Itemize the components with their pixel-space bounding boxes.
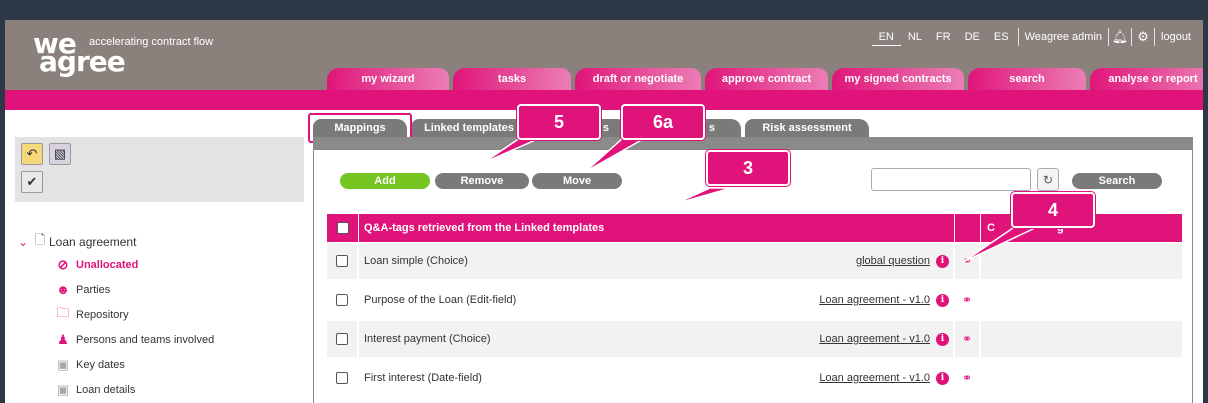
info-icon[interactable]: i (936, 254, 949, 268)
source-link[interactable]: Loan agreement - v1.0 (819, 333, 930, 345)
pink-divider-bar (5, 90, 1203, 110)
gear-icon[interactable]: ⚙ (1134, 29, 1152, 45)
link-icon[interactable]: ⚭ (955, 242, 981, 280)
tree-item-label: Unallocated (76, 258, 139, 271)
source-link[interactable]: Loan agreement - v1.0 (819, 294, 930, 306)
search-input[interactable] (871, 168, 1031, 191)
tree-item-key-dates[interactable]: ▣ Key dates (15, 352, 308, 377)
row-checkbox[interactable] (336, 294, 348, 306)
tab-analyse-or-report[interactable]: analyse or report (1090, 68, 1203, 90)
tree-item-label: Repository (76, 308, 129, 321)
eraser-icon[interactable]: ▧ (49, 143, 71, 165)
column-header-tags[interactable]: Q&A-tags retrieved from the Linked templ… (359, 214, 955, 242)
table-row[interactable]: Loan simple (Choice) global question i ⚭ (327, 242, 1182, 280)
main-nav: my wizard tasks draft or negotiate appro… (327, 68, 1203, 90)
contract-tree: ⌄ 🗋 Loan agreement ⊘ Unallocated ☻ Parti… (15, 232, 308, 402)
remove-button[interactable]: Remove (435, 173, 529, 189)
link-icon[interactable]: ⚭ (955, 359, 981, 397)
source-link[interactable]: Loan agreement - v1.0 (819, 372, 930, 384)
callout-6a: 6a (621, 104, 705, 140)
info-icon[interactable]: i (936, 332, 949, 346)
search-button[interactable]: Search (1072, 173, 1162, 189)
tree-item-unallocated[interactable]: ⊘ Unallocated (15, 252, 308, 277)
cube-icon: ▣ (56, 356, 70, 372)
logout-link[interactable]: logout (1157, 31, 1195, 43)
link-icon[interactable]: ⚭ (955, 281, 981, 319)
document-icon: 🗋 (34, 232, 46, 247)
tab-draft-or-negotiate[interactable]: draft or negotiate (575, 68, 701, 90)
ban-icon: ⊘ (57, 256, 69, 272)
tree-root[interactable]: ⌄ 🗋 Loan agreement (15, 232, 308, 252)
tree-item-label: Loan details (76, 383, 136, 396)
user-name[interactable]: Weagree admin (1021, 31, 1106, 43)
move-button[interactable]: Move (532, 173, 622, 189)
tab-search[interactable]: search (968, 68, 1086, 90)
row-checkbox[interactable] (336, 372, 348, 384)
callout-3: 3 (706, 150, 790, 186)
cube-check-icon[interactable]: ✔ (21, 171, 43, 193)
callout-4: 4 (1011, 192, 1095, 228)
tag-name: Loan simple (Choice) (364, 255, 468, 267)
cube-icon: ▣ (56, 381, 70, 397)
info-icon[interactable]: i (936, 293, 949, 307)
header: we agree accelerating contract flow EN N… (5, 20, 1203, 90)
top-bar: EN NL FR DE ES Weagree admin 🔔︎ ⚙ logout (871, 28, 1195, 46)
sidebar: ↶ ▧ ✔ ⌄ 🗋 Loan agreement ⊘ Unallocated ☻… (15, 137, 308, 403)
refresh-icon[interactable]: ↻ (1037, 168, 1059, 191)
tab-linked-templates[interactable]: Linked templates (411, 119, 527, 137)
source-link[interactable]: global question (856, 255, 930, 267)
chevron-down-icon[interactable]: ⌄ (15, 235, 31, 249)
tree-item-label: Parties (76, 283, 111, 296)
select-all-checkbox[interactable] (336, 222, 349, 234)
table-row[interactable]: Interest payment (Choice) Loan agreement… (327, 320, 1182, 358)
column-header-link (955, 214, 981, 242)
person-icon: ☻ (56, 282, 70, 297)
link-icon[interactable]: ⚭ (955, 320, 981, 358)
lang-nl[interactable]: NL (901, 28, 929, 46)
tab-my-wizard[interactable]: my wizard (327, 68, 449, 90)
tree-item-repository[interactable]: 🗀 Repository (15, 302, 308, 327)
table-row[interactable]: Purpose of the Loan (Edit-field) Loan ag… (327, 281, 1182, 319)
bell-icon[interactable]: 🔔︎ (1111, 29, 1129, 45)
logo-tagline: accelerating contract flow (89, 36, 214, 48)
select-all-cell (327, 214, 359, 242)
add-button[interactable]: Add (340, 173, 430, 189)
tab-risk-assessment[interactable]: Risk assessment (745, 119, 869, 137)
info-icon[interactable]: i (936, 371, 949, 385)
logo-agree: agree (39, 45, 126, 78)
lang-es[interactable]: ES (987, 28, 1016, 46)
divider (1154, 28, 1156, 46)
lang-en[interactable]: EN (871, 28, 901, 46)
tag-name: First interest (Date-field) (364, 372, 482, 384)
tree-item-loan-details[interactable]: ▣ Loan details (15, 377, 308, 402)
divider (1131, 28, 1133, 46)
divider (1017, 28, 1019, 46)
team-icon: ♟ (57, 331, 69, 347)
lang-fr[interactable]: FR (929, 28, 958, 46)
folder-icon: 🗀 (56, 304, 70, 320)
table-row[interactable]: First interest (Date-field) Loan agreeme… (327, 359, 1182, 397)
tag-name: Purpose of the Loan (Edit-field) (364, 294, 517, 306)
tree-item-persons-teams[interactable]: ♟ Persons and teams involved (15, 327, 308, 352)
tag-name: Interest payment (Choice) (364, 333, 491, 345)
lang-de[interactable]: DE (958, 28, 987, 46)
divider (1108, 28, 1110, 46)
tree-item-label: Key dates (76, 358, 125, 371)
tree-item-label: Persons and teams involved (76, 333, 215, 346)
row-checkbox[interactable] (336, 333, 348, 345)
row-checkbox[interactable] (336, 255, 348, 267)
undo-arrow-icon[interactable]: ↶ (21, 143, 43, 165)
tree-item-parties[interactable]: ☻ Parties (15, 277, 308, 302)
tab-tasks[interactable]: tasks (453, 68, 571, 90)
tree-root-label: Loan agreement (49, 235, 137, 249)
sidebar-toolbox: ↶ ▧ ✔ (15, 137, 304, 202)
tab-my-signed-contracts[interactable]: my signed contracts (832, 68, 964, 90)
callout-5: 5 (517, 104, 601, 140)
app-window: we agree accelerating contract flow EN N… (5, 20, 1203, 403)
tab-approve-contract[interactable]: approve contract (705, 68, 828, 90)
